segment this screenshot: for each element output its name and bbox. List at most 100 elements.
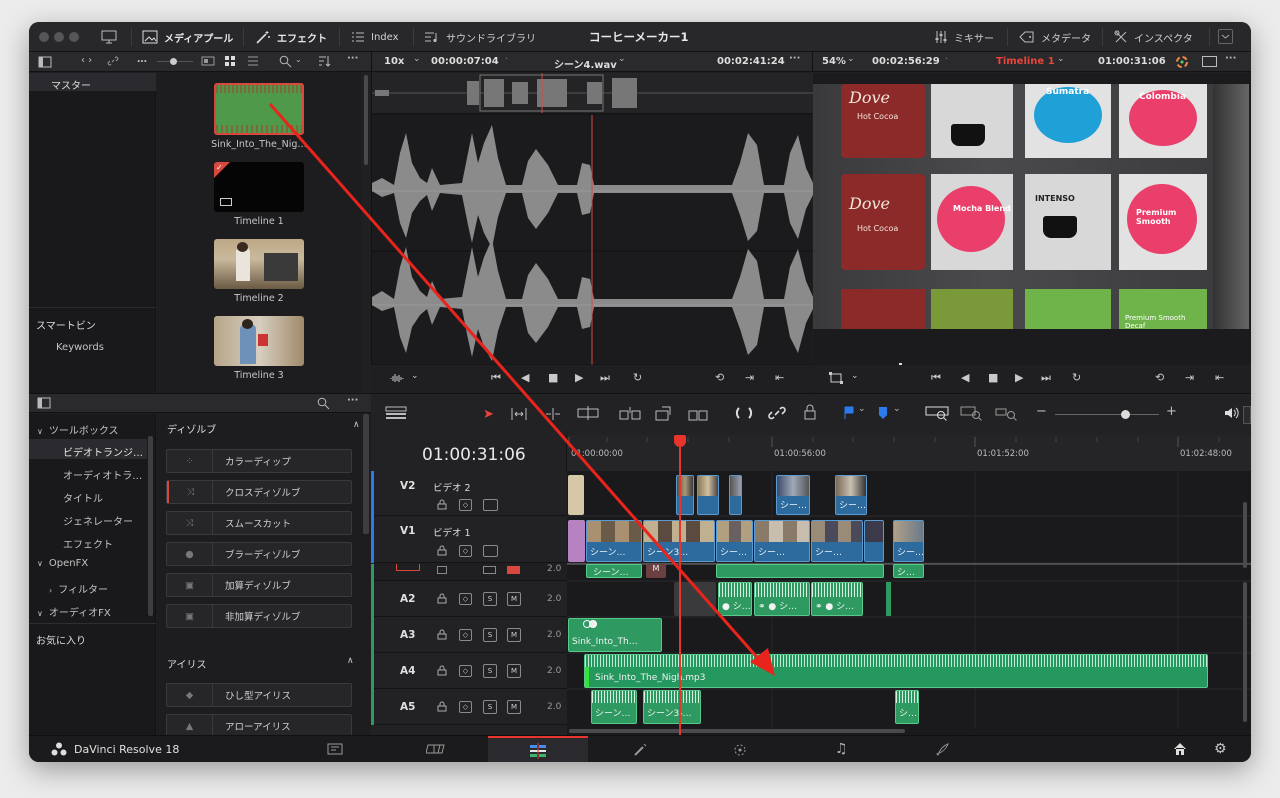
position-lock-icon[interactable] [803, 404, 817, 420]
tree-generators[interactable]: ジェネレーター [63, 513, 133, 528]
tree-filters[interactable]: › フィルター [49, 581, 108, 596]
fairlight-page-icon[interactable]: ♫ [835, 741, 848, 757]
play-reverse-icon[interactable]: ◀ [521, 371, 529, 384]
flag-icon[interactable] [843, 406, 855, 423]
auto-select-icon[interactable]: ◇ [459, 629, 472, 641]
flag-chevron-icon[interactable]: ⌄ [858, 404, 866, 414]
effect-diamond-iris[interactable]: ◆ ひし型アイリス [166, 683, 352, 707]
effects-list-scrollbar[interactable] [363, 414, 369, 534]
mark-out-icon[interactable]: ⇤ [1215, 371, 1224, 384]
nav-back-forward-icon[interactable]: ‹ › [81, 55, 92, 66]
viewer-options-button[interactable]: ··· [1225, 53, 1236, 64]
mute-button[interactable]: M [507, 664, 521, 678]
audio-clip[interactable]: シーン3-… [643, 690, 701, 724]
timeline-chevron-icon[interactable]: ⌄ [1057, 54, 1065, 64]
replace-clip-icon[interactable] [687, 406, 709, 422]
video-clip[interactable]: シー… [776, 475, 810, 515]
inspector-button[interactable]: インスペクタ [1114, 22, 1193, 52]
color-wheel-icon[interactable] [1175, 55, 1189, 72]
audio-clip[interactable]: ⚭ ● シ… [754, 582, 810, 616]
effect-additive-dissolve[interactable]: ▣ 加算ディゾルブ [166, 573, 352, 597]
video-clip[interactable]: シー… [716, 520, 753, 562]
tree-titles[interactable]: タイトル [63, 490, 103, 505]
solo-button[interactable]: S [483, 664, 497, 678]
home-icon[interactable] [1173, 742, 1187, 756]
timeline-viewer[interactable]: Dove Hot Cocoa Sumatra Colombia Dove Hot… [813, 73, 1251, 393]
loop-icon[interactable]: ↻ [633, 371, 642, 384]
overwrite-clip-icon[interactable] [654, 406, 674, 422]
link-icon[interactable] [107, 55, 119, 67]
speaker-icon[interactable] [1223, 406, 1239, 420]
search-options-chevron-icon[interactable]: ⌄ [295, 55, 302, 64]
tree-audiofx[interactable]: ∨ オーディオFX [37, 604, 111, 619]
sound-library-button[interactable]: サウンドライブラリ [424, 22, 536, 52]
video-clip[interactable]: シーン… [586, 520, 642, 562]
sort-icon[interactable] [317, 55, 331, 67]
video-clip[interactable]: シー… [893, 520, 924, 562]
zoom-window-button[interactable] [69, 32, 79, 42]
media-page-icon[interactable] [327, 742, 343, 756]
media-item-timeline-1[interactable]: ✓ [214, 162, 304, 212]
mark-in-icon[interactable]: ⇥ [1185, 371, 1194, 384]
match-frame-icon[interactable]: ⟲ [1155, 371, 1164, 384]
thumb-size-handle[interactable] [170, 58, 177, 65]
loop-icon[interactable]: ↻ [1072, 371, 1081, 384]
effect-smooth-cut[interactable]: ⤨ スムースカット [166, 511, 352, 535]
zoom-chevron-icon[interactable]: ⌄ [413, 54, 421, 64]
bin-master[interactable]: マスター [51, 77, 91, 92]
effects-button[interactable]: エフェクト [255, 22, 327, 52]
clip-chevron-icon[interactable]: ⌄ [618, 54, 626, 64]
metadata-view-icon[interactable] [201, 55, 215, 67]
cut-page-icon[interactable] [426, 742, 446, 756]
mixer-button[interactable]: ミキサー [934, 22, 994, 52]
jump-end-icon[interactable]: ⏭ [600, 371, 610, 385]
media-pool-scrollbar[interactable] [361, 73, 371, 393]
deliver-page-icon[interactable] [935, 742, 951, 758]
source-clip-name[interactable]: シーン4.wav [554, 56, 617, 71]
smart-bin-keywords[interactable]: Keywords [56, 342, 104, 353]
effect-blur-dissolve[interactable]: ● ブラーディゾルブ [166, 542, 352, 566]
video-clip[interactable]: シー… [754, 520, 810, 562]
play-icon[interactable]: ▶ [1015, 371, 1023, 384]
audio-clip[interactable]: シ… [895, 690, 919, 724]
chevron-up-icon[interactable]: ∧ [347, 656, 354, 666]
track-enable-icon[interactable] [483, 545, 498, 557]
audio-clip[interactable]: シ… [893, 564, 924, 578]
trim-tool-icon[interactable] [509, 406, 529, 422]
effect-cross-dissolve[interactable]: ⤨ クロスディゾルブ [166, 480, 352, 504]
solo-button[interactable]: S [483, 592, 497, 606]
auto-select-icon[interactable]: ◇ [459, 665, 472, 677]
audio-chevron-icon[interactable]: ⌄ [411, 371, 419, 381]
lock-icon[interactable] [437, 629, 447, 643]
zoom-slider[interactable] [1055, 414, 1159, 415]
audio-clip[interactable]: ● シ… [718, 582, 752, 616]
source-viewer-options-button[interactable]: ··· [789, 53, 800, 64]
video-clip[interactable] [697, 475, 719, 515]
mute-button[interactable]: M [507, 700, 521, 714]
track-enable-icon[interactable] [483, 499, 498, 511]
search-icon[interactable] [279, 55, 292, 68]
index-button[interactable]: Index [351, 22, 399, 52]
video-clip[interactable]: シー… [835, 475, 867, 515]
viewer-zoom-chevron-icon[interactable]: ⌄ [847, 54, 855, 64]
workspace-icon[interactable] [101, 22, 117, 52]
track-name[interactable]: ビデオ 1 [433, 525, 471, 539]
source-viewer[interactable] [371, 73, 813, 393]
edit-page-tab[interactable] [488, 736, 588, 762]
track-name[interactable]: ビデオ 2 [433, 480, 471, 494]
effects-sidebar-toggle-icon[interactable] [37, 397, 51, 409]
metadata-button[interactable]: メタデータ [1019, 22, 1091, 52]
timeline-view-options-icon[interactable] [385, 406, 407, 420]
play-reverse-icon[interactable]: ◀ [961, 371, 969, 384]
lock-icon[interactable] [437, 701, 447, 715]
audio-clip[interactable]: シーン… [591, 690, 637, 724]
mark-out-icon[interactable]: ⇤ [775, 371, 784, 384]
marker-icon[interactable] [877, 406, 889, 423]
video-tracks-scrollbar[interactable] [1243, 502, 1247, 568]
chevron-up-icon[interactable]: ∧ [353, 420, 360, 430]
zoom-slider-handle[interactable] [1121, 410, 1130, 419]
audio-clip-sink-a3[interactable]: Sink_Into_Th… [568, 618, 662, 652]
effect-color-dip[interactable]: ⁘ カラーディップ [166, 449, 352, 473]
lock-icon[interactable] [437, 593, 447, 607]
audio-tracks-scrollbar[interactable] [1243, 582, 1247, 722]
